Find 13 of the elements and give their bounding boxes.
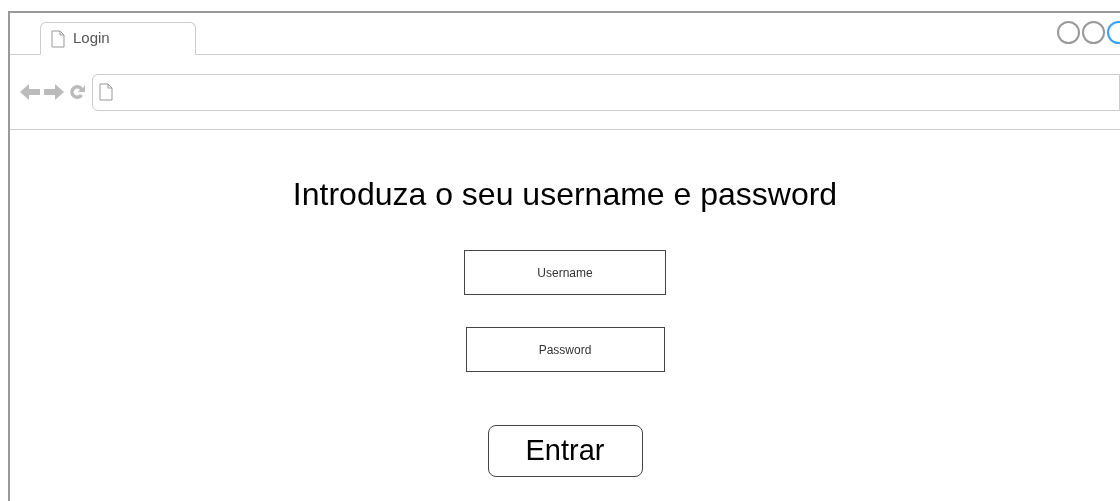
reload-icon[interactable] <box>68 83 86 101</box>
back-arrow-icon[interactable] <box>20 84 40 100</box>
login-button[interactable]: Entrar <box>487 425 643 477</box>
password-field[interactable]: Password <box>465 327 665 372</box>
page-icon <box>51 29 65 48</box>
page-heading: Introduza o seu username e password <box>292 175 838 214</box>
username-field[interactable]: Username <box>464 250 666 295</box>
page-icon <box>99 83 113 101</box>
forward-arrow-icon[interactable] <box>44 84 64 100</box>
window-button-icon[interactable] <box>1082 21 1105 44</box>
window-button-icon[interactable] <box>1057 21 1080 44</box>
address-bar[interactable] <box>92 73 1120 111</box>
browser-tab[interactable]: Login <box>40 22 196 55</box>
